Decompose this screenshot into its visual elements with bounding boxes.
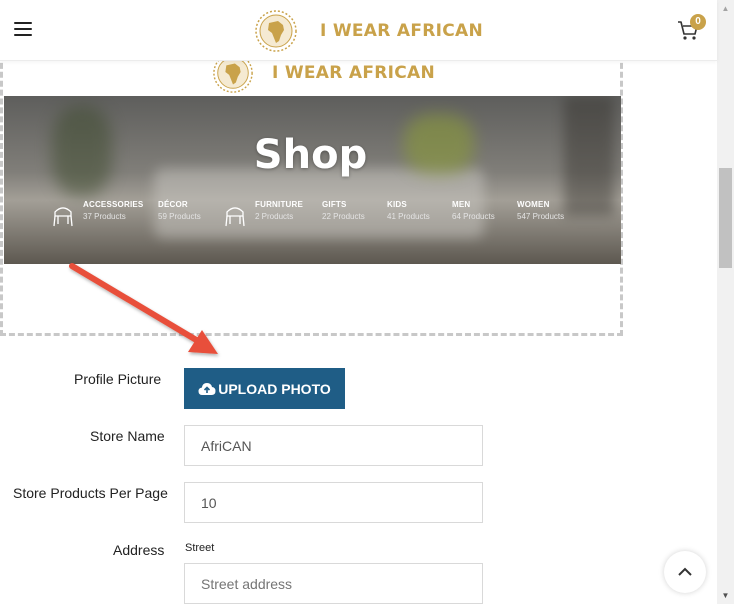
site-header: I WEAR AFRICAN 0	[0, 0, 717, 61]
banner-category-accessories: ACCESSORIES 37 Products	[51, 200, 144, 227]
page-scrollbar[interactable]: ▲ ▼	[717, 0, 734, 604]
address-label: Address	[113, 542, 165, 558]
category-count: 59 Products	[158, 212, 201, 221]
category-name: FURNITURE	[255, 200, 304, 209]
category-name: DÉCOR	[158, 200, 188, 209]
banner-title: Shop	[253, 132, 368, 178]
banner-category-gifts: GIFTS 22 Products	[322, 200, 365, 221]
scroll-down-arrow[interactable]: ▼	[717, 587, 734, 604]
street-label: Street	[185, 542, 215, 554]
category-name: ACCESSORIES	[83, 200, 144, 209]
scroll-to-top-button[interactable]	[664, 551, 706, 593]
banner-category-furniture: FURNITURE 2 Products	[223, 200, 304, 227]
africa-logo-icon	[255, 10, 297, 52]
banner-category-women: WOMEN 547 Products	[517, 200, 564, 221]
products-per-page-label: Store Products Per Page	[13, 485, 168, 501]
cloud-upload-icon	[198, 382, 216, 395]
preview-brand-name: I WEAR AFRICAN	[272, 63, 436, 83]
upload-photo-label: UPLOAD PHOTO	[218, 380, 331, 397]
scroll-up-arrow[interactable]: ▲	[717, 0, 734, 17]
upload-photo-button[interactable]: UPLOAD PHOTO	[184, 368, 345, 409]
category-count: 37 Products	[83, 212, 126, 221]
category-name: WOMEN	[517, 200, 550, 209]
banner-category-kids: KIDS 41 Products	[387, 200, 430, 221]
store-name-label: Store Name	[90, 428, 165, 444]
category-count: 2 Products	[255, 212, 294, 221]
banner-category-men: MEN 64 Products	[452, 200, 495, 221]
site-logo[interactable]: I WEAR AFRICAN	[254, 9, 483, 53]
street-address-input[interactable]	[184, 563, 483, 604]
banner-category-decor: DÉCOR 59 Products	[158, 200, 201, 221]
category-count: 64 Products	[452, 212, 495, 221]
scroll-thumb[interactable]	[719, 168, 732, 268]
store-name-input[interactable]	[184, 425, 483, 466]
category-name: MEN	[452, 200, 471, 209]
cart-count-badge: 0	[690, 14, 706, 30]
category-name: GIFTS	[322, 200, 347, 209]
menu-icon[interactable]	[14, 22, 32, 36]
chevron-up-icon	[678, 567, 692, 576]
chair-icon	[225, 207, 245, 227]
category-count: 547 Products	[517, 212, 565, 221]
shop-banner-image: Shop ACCESSORIES 37 Products DÉCOR 59 Pr…	[4, 96, 621, 264]
products-per-page-input[interactable]	[184, 482, 483, 523]
annotation-arrow	[69, 263, 218, 354]
category-count: 22 Products	[322, 212, 365, 221]
profile-picture-label: Profile Picture	[74, 371, 162, 387]
brand-name: I WEAR AFRICAN	[320, 21, 484, 41]
category-name: KIDS	[387, 200, 407, 209]
category-count: 41 Products	[387, 212, 430, 221]
chair-icon	[53, 207, 73, 227]
